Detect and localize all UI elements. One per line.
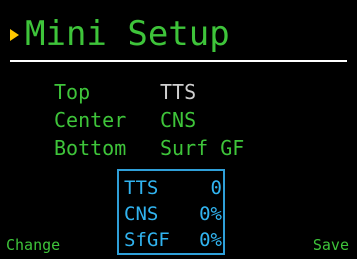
mini-preview-box: TTS 0 CNS 0% SfGF 0%	[117, 169, 225, 255]
preview-row-cns: CNS 0%	[124, 201, 223, 227]
setting-row-top[interactable]: Top TTS	[54, 78, 244, 106]
preview-value-cns: 0%	[199, 203, 222, 225]
preview-label-sfgf: SfGF	[124, 229, 170, 251]
setting-value-center[interactable]: CNS	[160, 108, 196, 132]
title-divider	[10, 60, 347, 62]
preview-row-tts: TTS 0	[124, 175, 223, 201]
setting-row-bottom[interactable]: Bottom Surf GF	[54, 134, 244, 162]
page-title-text: Mini Setup	[25, 14, 230, 54]
setting-value-top[interactable]: TTS	[160, 80, 196, 104]
setting-row-center[interactable]: Center CNS	[54, 106, 244, 134]
setting-value-bottom[interactable]: Surf GF	[160, 136, 244, 160]
change-button[interactable]: Change	[6, 234, 60, 256]
mini-setup-screen: Mini Setup Top TTS Center CNS Bottom Sur…	[0, 0, 357, 259]
preview-label-cns: CNS	[124, 203, 159, 225]
setting-label-center: Center	[54, 108, 127, 132]
setting-label-bottom: Bottom	[54, 136, 127, 160]
settings-list: Top TTS Center CNS Bottom Surf GF	[54, 78, 244, 162]
page-title: Mini Setup	[10, 12, 230, 56]
preview-label-tts: TTS	[124, 177, 159, 199]
preview-row-sfgf: SfGF 0%	[124, 227, 223, 253]
preview-value-sfgf: 0%	[199, 229, 222, 251]
save-button[interactable]: Save	[313, 234, 349, 256]
setting-label-top: Top	[54, 80, 91, 104]
preview-value-tts: 0	[210, 177, 222, 199]
triangle-right-icon	[10, 29, 19, 41]
